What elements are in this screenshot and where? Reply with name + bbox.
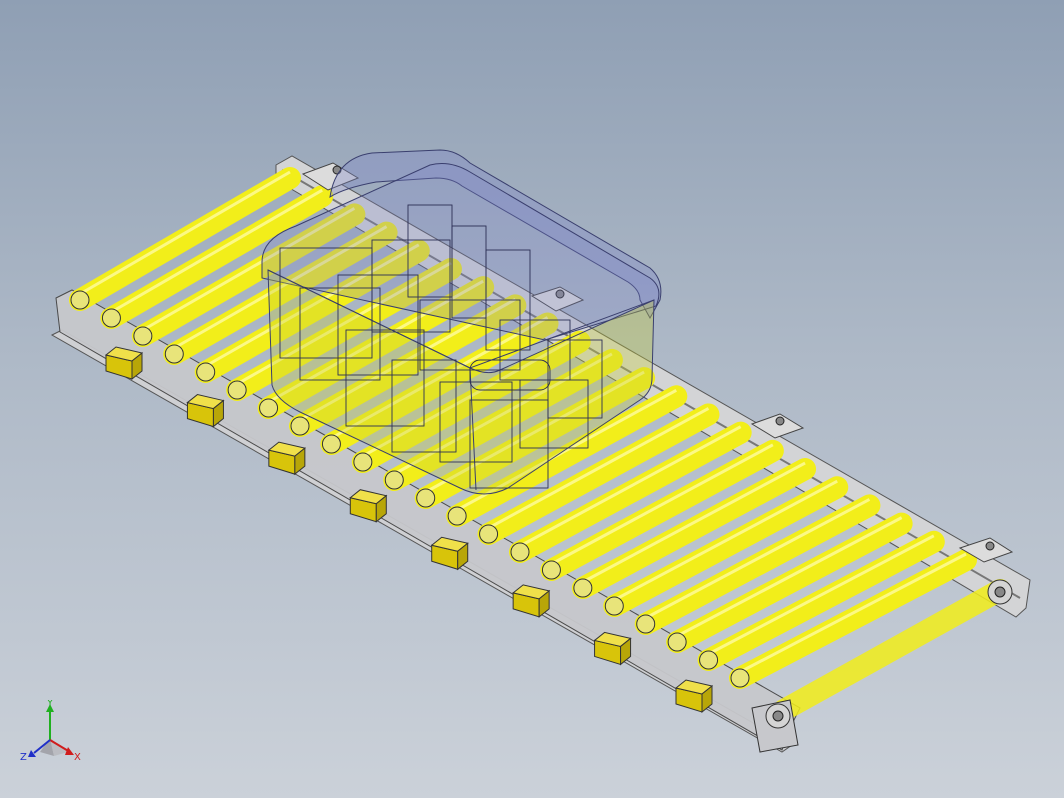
roller-end-cap (447, 506, 467, 526)
roller-end-cap (101, 308, 121, 328)
y-axis-label: Y (46, 700, 54, 709)
roller-end-cap (541, 560, 561, 580)
roller-end-cap (290, 416, 310, 436)
roller-conveyor-model[interactable] (0, 0, 1064, 798)
roller-end-cap (384, 470, 404, 490)
roller-end-cap (604, 596, 624, 616)
roller-end-cap (227, 380, 247, 400)
roller-end-cap (164, 344, 184, 364)
cad-viewport[interactable]: Y X Z (0, 0, 1064, 798)
roller-end-cap (479, 524, 499, 544)
roller-end-cap (133, 326, 153, 346)
drive-block (593, 631, 632, 666)
roller-end-cap (730, 668, 750, 688)
roller-end-cap (573, 578, 593, 598)
roller-end-cap (416, 488, 436, 508)
roller-end-cap (70, 290, 90, 310)
roller-end-cap (510, 542, 530, 562)
roller-highlight (739, 552, 967, 674)
roller-end-cap (636, 614, 656, 634)
roller-end-cap (353, 452, 373, 472)
drive-block (512, 584, 551, 618)
drive-block (349, 489, 388, 523)
drive-block (267, 441, 306, 476)
x-axis-label: X (74, 752, 81, 763)
roller-end-cap (667, 632, 687, 652)
z-axis-label: Z (20, 752, 27, 763)
drive-block (674, 679, 714, 714)
roller-end-cap (196, 362, 216, 382)
roller-end-cap (699, 650, 719, 670)
axis-triad: Y X Z (20, 700, 81, 763)
drive-block (430, 536, 469, 571)
roller-end-cap (321, 434, 341, 454)
drive-block (186, 394, 225, 428)
drive-block (104, 346, 144, 381)
roller-end-cap (259, 398, 279, 418)
